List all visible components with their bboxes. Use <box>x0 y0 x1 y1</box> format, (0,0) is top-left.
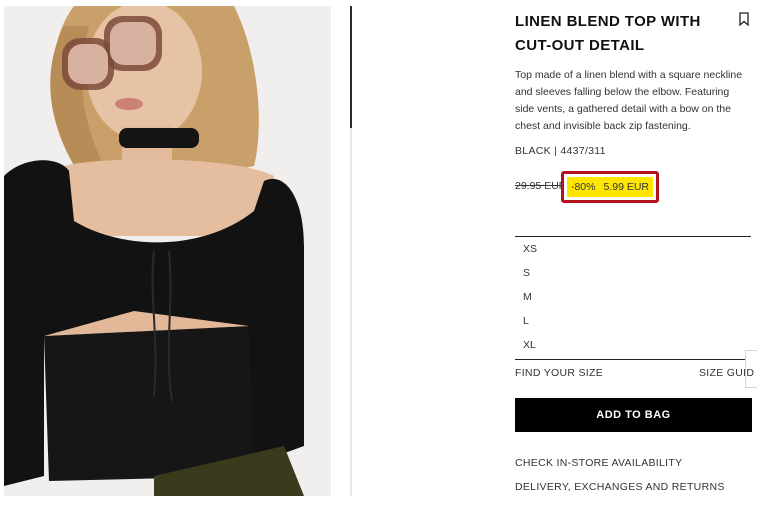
size-option-xs[interactable]: XS <box>523 243 537 255</box>
size-option-l[interactable]: L <box>523 315 529 327</box>
bookmark-icon[interactable] <box>737 11 751 27</box>
add-to-bag-button[interactable]: ADD TO BAG <box>515 398 752 432</box>
size-selector: XS S M L XL <box>515 236 751 360</box>
sale-price-highlight: -80% 5.99 EUR <box>561 171 659 203</box>
find-your-size-link[interactable]: FIND YOUR SIZE <box>515 367 603 379</box>
product-info-panel: LINEN BLEND TOP WITH CUT-OUT DETAIL Top … <box>515 0 757 505</box>
discount-badge: -80% <box>570 181 596 193</box>
model-photo-illustration <box>4 6 331 496</box>
check-store-availability-link[interactable]: CHECK IN-STORE AVAILABILITY <box>515 457 682 469</box>
size-option-xl[interactable]: XL <box>523 339 536 351</box>
size-guide-link[interactable]: SIZE GUID <box>699 367 754 379</box>
size-option-s[interactable]: S <box>523 267 530 279</box>
product-description: Top made of a linen blend with a square … <box>515 69 743 132</box>
color-reference: BLACK | 4437/311 <box>515 145 606 157</box>
delivery-returns-link[interactable]: DELIVERY, EXCHANGES AND RETURNS <box>515 481 725 493</box>
product-title: LINEN BLEND TOP WITH CUT-OUT DETAIL <box>515 13 701 54</box>
size-option-m[interactable]: M <box>523 291 532 303</box>
image-scroll-thumb[interactable] <box>350 6 352 128</box>
sale-price: 5.99 EUR <box>603 181 650 193</box>
product-image[interactable] <box>4 6 331 496</box>
original-price: 29.95 EUR <box>515 180 567 192</box>
